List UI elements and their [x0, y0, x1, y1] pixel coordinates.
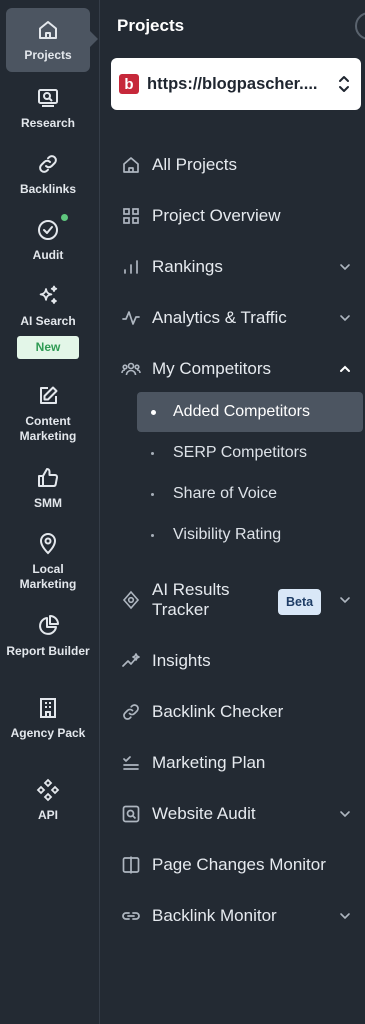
new-badge: New: [17, 336, 79, 359]
rail-item-label: Report Builder: [6, 644, 90, 658]
rail-item-agency-pack[interactable]: Agency Pack: [6, 696, 90, 741]
subnav-added-competitors[interactable]: Added Competitors: [137, 392, 363, 432]
subnav-label: Added Competitors: [173, 403, 310, 420]
nav-label: Insights: [152, 651, 211, 670]
rail-item-audit[interactable]: Audit: [6, 214, 90, 263]
api-diamond-icon: [36, 778, 60, 802]
project-selector[interactable]: b https://blogpascher....: [111, 58, 361, 110]
bullet: [151, 533, 154, 537]
bullet: [151, 451, 154, 455]
sparkline-icon: [121, 651, 141, 671]
subnav-label: SERP Competitors: [173, 444, 307, 461]
nav-label: Analytics & Traffic: [152, 308, 287, 327]
page-compare-icon: [121, 855, 141, 875]
nav-label: All Projects: [152, 155, 238, 174]
rail-item-label: AI Search: [20, 314, 76, 328]
nav-marketing-plan[interactable]: Marketing Plan: [121, 748, 361, 778]
bullet: [151, 492, 154, 496]
building-icon: [36, 696, 60, 720]
bar-chart-icon: [121, 257, 141, 277]
rail-item-label: Research: [20, 116, 76, 130]
nav-project-overview[interactable]: Project Overview: [121, 201, 361, 231]
main-nav-rail: Projects Research Backlinks Audit AI Sea…: [0, 0, 100, 1024]
up-down-chevron-icon: [339, 76, 349, 92]
nav-analytics-traffic[interactable]: Analytics & Traffic: [121, 303, 361, 333]
pie-chart-icon: [36, 614, 60, 638]
nav-label: Page Changes Monitor: [152, 855, 326, 874]
rail-item-label: Agency Pack: [10, 726, 86, 740]
nav-label: Backlink Checker: [152, 702, 284, 721]
rail-item-api[interactable]: API: [6, 778, 90, 823]
nav-label: My Competitors: [152, 359, 272, 378]
nav-label: Marketing Plan: [152, 753, 266, 772]
active-indicator: [90, 31, 98, 47]
subnav-label: Share of Voice: [173, 485, 278, 502]
project-favicon: b: [119, 74, 139, 94]
nav-ai-results-tracker[interactable]: AI Results Tracker Beta: [121, 578, 361, 622]
link-icon: [36, 152, 60, 176]
subnav-serp-competitors[interactable]: SERP Competitors: [137, 433, 363, 473]
grid-icon: [121, 206, 141, 226]
nav-label: Backlink Monitor: [152, 906, 277, 925]
chevron-down-icon[interactable]: [339, 312, 351, 324]
rail-item-label: API: [37, 808, 58, 822]
chevron-down-icon[interactable]: [339, 808, 351, 820]
nav-website-audit[interactable]: Website Audit: [121, 799, 361, 829]
nav-label: AI Results Tracker: [152, 580, 230, 619]
status-dot: [61, 214, 68, 221]
nav-page-changes-monitor[interactable]: Page Changes Monitor: [121, 850, 361, 880]
rail-item-backlinks[interactable]: Backlinks: [6, 152, 90, 197]
nav-my-competitors[interactable]: My Competitors: [121, 354, 361, 384]
checklist-icon: [121, 753, 141, 773]
rail-item-content-marketing[interactable]: Content Marketing: [6, 384, 90, 444]
rail-item-smm[interactable]: SMM: [6, 466, 90, 511]
rail-item-label: Local Marketing: [19, 562, 77, 591]
chevron-down-icon[interactable]: [339, 261, 351, 273]
nav-label: Website Audit: [152, 804, 256, 823]
projects-panel: Projects b https://blogpascher.... All P…: [101, 0, 365, 1024]
nav-all-projects[interactable]: All Projects: [121, 150, 361, 180]
nav-backlink-checker[interactable]: Backlink Checker: [121, 697, 361, 727]
ai-tracker-icon: [121, 590, 141, 610]
rail-item-report-builder[interactable]: Report Builder: [6, 614, 90, 659]
audit-box-icon: [121, 804, 141, 824]
sparkles-icon: [36, 284, 60, 308]
rail-item-local-marketing[interactable]: Local Marketing: [6, 532, 90, 592]
edit-icon: [36, 384, 60, 408]
chain-icon: [121, 906, 141, 926]
home-icon: [121, 155, 141, 175]
chevron-down-icon[interactable]: [339, 910, 351, 922]
map-pin-icon: [36, 532, 60, 556]
rail-item-projects[interactable]: Projects: [6, 8, 90, 72]
subnav-label: Visibility Rating: [173, 526, 282, 543]
nav-insights[interactable]: Insights: [121, 646, 361, 676]
subnav-share-of-voice[interactable]: Share of Voice: [137, 474, 363, 514]
rail-item-label: Projects: [24, 47, 72, 62]
home-icon: [36, 18, 60, 42]
panel-title: Projects: [117, 16, 185, 35]
nav-label: Rankings: [152, 257, 223, 276]
chevron-up-icon[interactable]: [339, 363, 351, 375]
nav-rankings[interactable]: Rankings: [121, 252, 361, 282]
chevron-down-icon[interactable]: [339, 594, 351, 606]
nav-backlink-monitor[interactable]: Backlink Monitor: [121, 901, 361, 931]
monitor-search-icon: [36, 86, 60, 110]
thumbs-up-icon: [36, 466, 60, 490]
subnav-visibility-rating[interactable]: Visibility Rating: [137, 515, 363, 555]
pulse-icon: [121, 308, 141, 328]
rail-item-label: Audit: [32, 248, 64, 262]
rail-item-label: SMM: [34, 496, 62, 510]
rail-item-label: Backlinks: [19, 182, 77, 196]
check-circle-icon: [36, 214, 68, 242]
nav-label: Project Overview: [152, 206, 281, 225]
rail-item-ai-search[interactable]: AI Search New: [6, 284, 90, 359]
rail-item-research[interactable]: Research: [6, 86, 90, 131]
bullet: [151, 409, 156, 415]
rail-item-label: Content Marketing: [19, 414, 77, 443]
link-icon: [121, 702, 141, 722]
users-icon: [121, 359, 141, 379]
panel-toggle-button[interactable]: [355, 12, 365, 40]
project-url: https://blogpascher....: [147, 74, 318, 93]
beta-badge: Beta: [278, 589, 322, 615]
